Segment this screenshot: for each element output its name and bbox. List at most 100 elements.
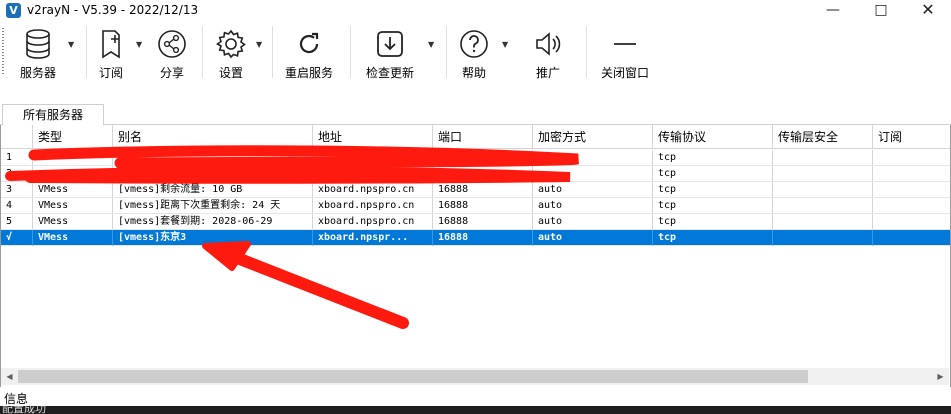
column-header-index[interactable] <box>1 125 33 148</box>
cell-encryption: auto <box>533 230 653 246</box>
table-row[interactable]: 5 VMess [vmess]套餐到期: 2028-06-29 xboard.n… <box>1 214 950 230</box>
table-row-selected[interactable]: √ VMess [vmess]东京3 xboard.npspr... 16888… <box>1 230 950 246</box>
question-icon <box>456 28 492 60</box>
scrollbar-thumb[interactable] <box>18 370 808 383</box>
column-header-network[interactable]: 传输协议 <box>653 125 773 148</box>
cell-address: xboard.npspro.cn <box>313 198 433 214</box>
promote-button[interactable]: 推广 <box>528 28 568 80</box>
cell-port: 16888 <box>433 198 533 214</box>
cell-encryption: auto <box>533 198 653 214</box>
restart-service-button[interactable]: 重启服务 <box>282 28 336 80</box>
table-row[interactable]: 4 VMess [vmess]距离下次重置剩余: 24 天 xboard.nps… <box>1 198 950 214</box>
title-bar: V v2rayN - V5.39 - 2022/12/13 — □ ✕ <box>0 0 951 20</box>
promote-label: 推广 <box>535 66 560 80</box>
column-header-encryption[interactable]: 加密方式 <box>533 125 653 148</box>
scroll-left-arrow-icon[interactable]: ◀ <box>1 368 18 385</box>
cell-active-check: √ <box>1 230 33 246</box>
check-update-dropdown-caret[interactable]: ▼ <box>428 40 434 49</box>
close-window-toolbar-button[interactable]: 关闭窗口 <box>596 28 654 80</box>
help-label: 帮助 <box>461 66 486 80</box>
check-update-button[interactable]: 检查更新 <box>362 28 418 80</box>
cell-network: tcp <box>653 214 773 230</box>
speaker-icon <box>528 28 568 60</box>
cell-encryption <box>533 166 653 182</box>
toolbar-separator <box>86 26 87 78</box>
servers-dropdown-caret[interactable]: ▼ <box>68 40 74 49</box>
subscription-label: 订阅 <box>98 66 123 80</box>
cell-alias: [vmess]剩余流量: 10 GB <box>113 182 313 198</box>
tab-all-servers[interactable]: 所有服务器 <box>2 104 104 126</box>
servers-button[interactable]: 服务器 <box>14 28 62 80</box>
cell-network: tcp <box>653 198 773 214</box>
cell-subscription <box>873 198 950 214</box>
column-header-type[interactable]: 类型 <box>33 125 113 148</box>
settings-dropdown-caret[interactable]: ▼ <box>256 40 262 49</box>
column-header-address[interactable]: 地址 <box>313 125 433 148</box>
share-icon <box>152 28 192 60</box>
server-tabs: 所有服务器 <box>0 104 951 126</box>
cell-address: xboard.npspro.cn <box>313 182 433 198</box>
cell-index: 1 <box>1 150 33 166</box>
cell-subscription <box>873 182 950 198</box>
info-status-text: 配置成功 <box>2 406 46 414</box>
cell-subscription <box>873 230 950 246</box>
table-row[interactable]: 1 tcp <box>1 150 950 166</box>
toolbar-separator <box>350 26 351 78</box>
cell-port: 16888 <box>433 214 533 230</box>
cell-index: 2 <box>1 166 33 182</box>
cell-subscription <box>873 166 950 182</box>
info-log-panel: 配置成功 <box>0 406 951 414</box>
share-label: 分享 <box>159 66 184 80</box>
server-list[interactable]: 类型 别名 地址 端口 加密方式 传输协议 传输层安全 订阅 1 tcp 2 t… <box>0 125 951 387</box>
column-header-tls[interactable]: 传输层安全 <box>773 125 873 148</box>
gear-icon <box>210 28 252 60</box>
cell-index: 3 <box>1 182 33 198</box>
restart-service-label: 重启服务 <box>284 66 333 80</box>
cell-tls <box>773 198 873 214</box>
cell-address <box>313 166 433 182</box>
cell-encryption <box>533 150 653 166</box>
minimize-button[interactable]: — <box>810 0 856 20</box>
cell-tls <box>773 230 873 246</box>
cell-tls <box>773 182 873 198</box>
check-update-label: 检查更新 <box>365 66 414 80</box>
close-window-button[interactable]: ✕ <box>905 0 951 20</box>
cell-address <box>313 150 433 166</box>
help-dropdown-caret[interactable]: ▼ <box>502 40 508 49</box>
subscription-button[interactable]: 订阅 <box>92 28 130 80</box>
cell-network: tcp <box>653 150 773 166</box>
cell-port <box>433 150 533 166</box>
toolbar-separator <box>272 26 273 78</box>
refresh-icon <box>282 28 336 60</box>
table-row[interactable]: 3 VMess [vmess]剩余流量: 10 GB xboard.npspro… <box>1 182 950 198</box>
toolbar-grip[interactable] <box>2 28 4 76</box>
cell-network: tcp <box>653 230 773 246</box>
settings-button[interactable]: 设置 <box>210 28 252 80</box>
cell-type: VMess <box>33 198 113 214</box>
cell-port: 16888 <box>433 230 533 246</box>
database-icon <box>14 28 62 60</box>
cell-type: VMess <box>33 230 113 246</box>
servers-label: 服务器 <box>19 66 56 80</box>
share-button[interactable]: 分享 <box>152 28 192 80</box>
table-row[interactable]: 2 tcp <box>1 166 950 182</box>
scroll-right-arrow-icon[interactable]: ▶ <box>932 368 949 385</box>
cell-port: 16888 <box>433 182 533 198</box>
maximize-button[interactable]: □ <box>858 0 904 20</box>
cell-tls <box>773 150 873 166</box>
column-header-subscription[interactable]: 订阅 <box>873 125 950 148</box>
cell-subscription <box>873 150 950 166</box>
toolbar-separator <box>586 26 587 78</box>
cell-index: 5 <box>1 214 33 230</box>
cell-alias: [vmess]东京3 <box>113 230 313 246</box>
horizontal-scrollbar[interactable]: ◀ ▶ <box>1 368 949 385</box>
cell-encryption: auto <box>533 182 653 198</box>
column-header-alias[interactable]: 别名 <box>113 125 313 148</box>
help-button[interactable]: 帮助 <box>456 28 492 80</box>
cell-tls <box>773 214 873 230</box>
column-header-port[interactable]: 端口 <box>433 125 533 148</box>
info-label: 信息 <box>4 392 29 406</box>
subscription-dropdown-caret[interactable]: ▼ <box>136 40 142 49</box>
close-window-label: 关闭窗口 <box>600 66 649 80</box>
cell-network: tcp <box>653 166 773 182</box>
